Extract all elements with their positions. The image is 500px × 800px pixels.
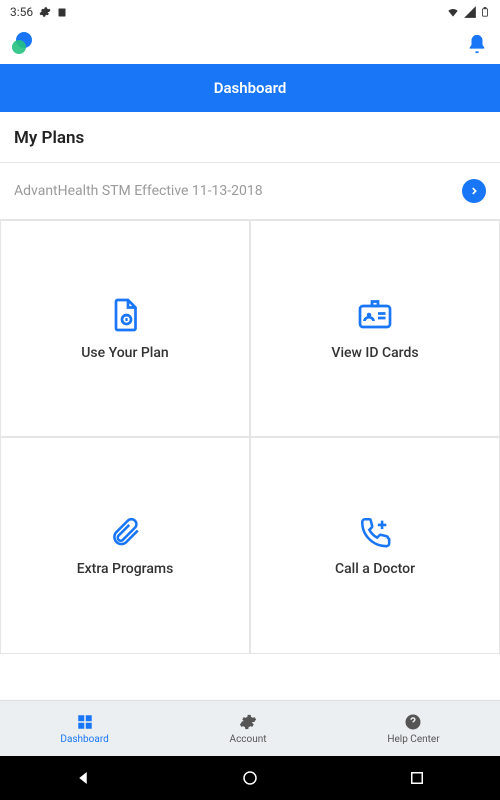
question-circle-icon <box>404 713 422 731</box>
tile-label: View ID Cards <box>331 345 418 361</box>
view-id-cards-tile[interactable]: View ID Cards <box>250 220 500 437</box>
phone-plus-icon <box>358 515 392 549</box>
signal-icon <box>463 5 477 19</box>
section-title: My Plans <box>0 112 500 163</box>
nav-label: Dashboard <box>60 734 108 745</box>
extra-programs-tile[interactable]: Extra Programs <box>0 437 250 654</box>
tile-grid: Use Your Plan View ID Cards Extra Progra… <box>0 220 500 654</box>
status-time: 3:56 <box>10 5 33 19</box>
gear-icon <box>239 713 257 731</box>
grid-icon <box>76 713 94 731</box>
chevron-right-icon[interactable] <box>462 179 486 203</box>
bottom-nav: Dashboard Account Help Center <box>0 700 500 756</box>
battery-icon <box>480 5 490 19</box>
nav-account[interactable]: Account <box>230 713 267 745</box>
nav-help-center[interactable]: Help Center <box>387 713 439 745</box>
app-logo-icon <box>12 32 36 56</box>
plan-row[interactable]: AdvantHealth STM Effective 11-13-2018 <box>0 163 500 220</box>
call-a-doctor-tile[interactable]: Call a Doctor <box>250 437 500 654</box>
use-your-plan-tile[interactable]: Use Your Plan <box>0 220 250 437</box>
card-icon <box>57 6 69 18</box>
back-button[interactable] <box>74 769 92 787</box>
paperclip-icon <box>108 515 142 549</box>
recents-button[interactable] <box>408 769 426 787</box>
tile-label: Use Your Plan <box>81 345 168 361</box>
nav-label: Account <box>230 734 267 745</box>
nav-dashboard[interactable]: Dashboard <box>60 713 108 745</box>
tile-label: Extra Programs <box>77 561 174 577</box>
status-bar: 3:56 <box>0 0 500 24</box>
nav-label: Help Center <box>387 734 439 745</box>
wifi-icon <box>446 5 460 19</box>
app-header <box>0 24 500 64</box>
page-title-bar: Dashboard <box>0 64 500 112</box>
document-info-icon <box>107 297 143 333</box>
home-button[interactable] <box>241 769 259 787</box>
id-card-icon <box>355 297 395 333</box>
tile-label: Call a Doctor <box>335 561 415 577</box>
bell-icon[interactable] <box>466 33 488 55</box>
gear-icon <box>39 6 51 18</box>
plan-name: AdvantHealth STM Effective 11-13-2018 <box>14 183 263 199</box>
page-title: Dashboard <box>214 79 287 97</box>
system-nav-bar <box>0 756 500 800</box>
